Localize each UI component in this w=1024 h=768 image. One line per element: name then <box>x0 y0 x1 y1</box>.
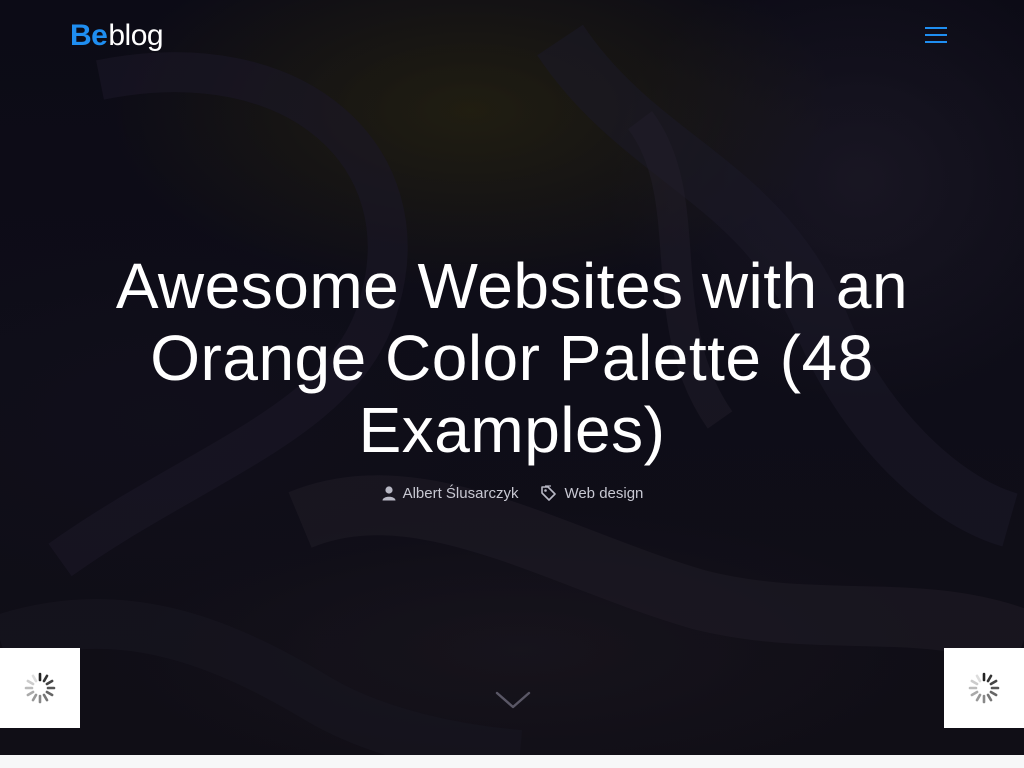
post-category[interactable]: Web design <box>540 485 643 502</box>
post-author[interactable]: Albert Ślusarczyk <box>381 485 519 502</box>
logo-blog-text: blog <box>108 19 164 52</box>
logo-be-text: Be <box>70 19 108 52</box>
content-start-strip <box>0 755 1024 768</box>
spinner-icon <box>968 672 1000 704</box>
category-link[interactable]: Web design <box>564 485 643 502</box>
tags-icon <box>541 485 557 501</box>
loader-left <box>0 648 80 728</box>
post-title: Awesome Websites with an Orange Color Pa… <box>115 250 909 466</box>
user-icon <box>382 486 396 501</box>
chevron-down-icon[interactable] <box>494 686 532 714</box>
post-meta: Albert Ślusarczyk Web design <box>0 480 1024 506</box>
loader-right <box>944 648 1024 728</box>
site-logo[interactable]: Be blog <box>70 16 164 56</box>
hero-section: Be blog Awesome Websites with an Orange … <box>0 0 1024 755</box>
hamburger-menu-icon[interactable] <box>916 22 956 50</box>
spinner-icon <box>24 672 56 704</box>
author-link[interactable]: Albert Ślusarczyk <box>403 485 519 502</box>
